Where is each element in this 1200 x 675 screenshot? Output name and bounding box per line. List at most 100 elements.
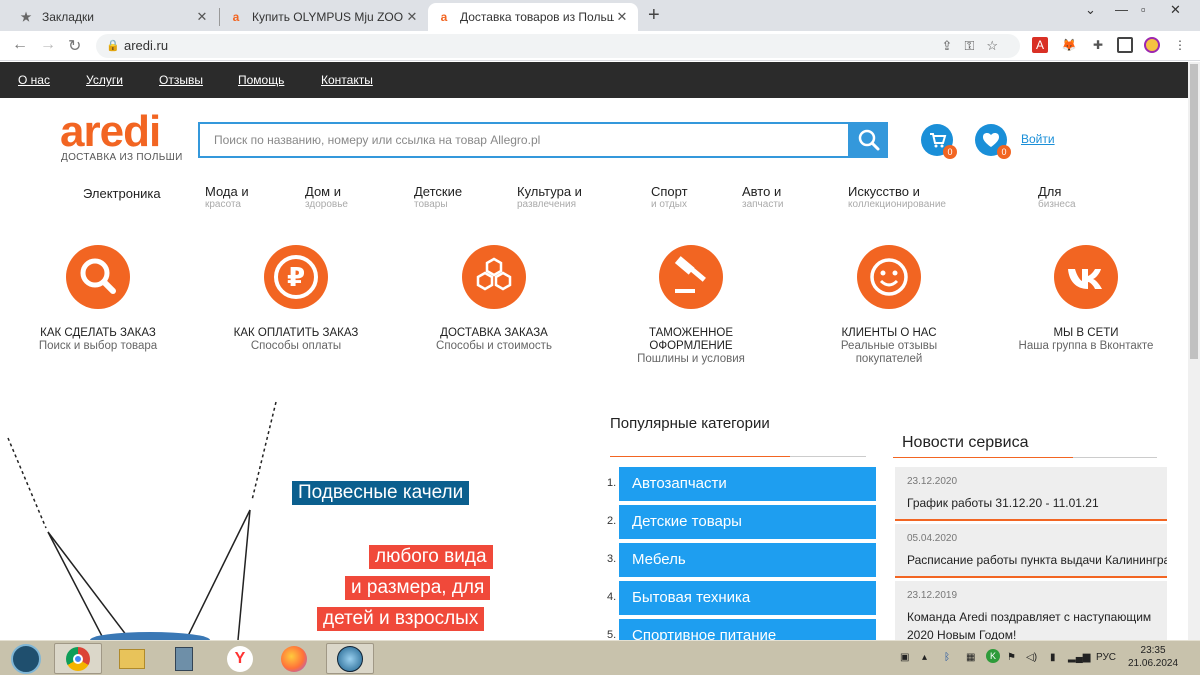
news-item[interactable]: 23.12.2020 График работы 31.12.20 - 11.0… — [895, 467, 1167, 521]
popular-item[interactable]: 4. Бытовая техника — [607, 581, 877, 615]
forward-arrow-icon[interactable]: → — [40, 36, 56, 54]
news-text[interactable]: Расписание работы пункта выдачи Калининг… — [907, 551, 1167, 569]
popular-item[interactable]: 3. Мебель — [607, 543, 877, 577]
url-field[interactable]: 🔒 aredi.ru ⇪⚿☆ — [96, 34, 1020, 58]
language-indicator[interactable]: РУС — [1096, 652, 1116, 663]
site-logo[interactable]: aredi — [60, 110, 161, 154]
nav-about[interactable]: О нас — [18, 73, 50, 87]
item-label[interactable]: Спортивное питание — [619, 619, 876, 640]
feature-customs[interactable]: ТАМОЖЕННОЕ ОФОРМЛЕНИЕ Пошлины и условия — [606, 245, 776, 366]
category-kids[interactable]: Детские товары — [414, 185, 462, 211]
popular-title: Популярные категории — [610, 415, 770, 432]
search-button[interactable] — [850, 122, 888, 158]
category-title: Мода и — [205, 184, 249, 199]
tab-aredi[interactable]: a Доставка товаров из Польши | Ar ✕ — [428, 3, 638, 31]
category-title: Спорт — [651, 184, 688, 199]
news-item[interactable]: 23.12.2019 Команда Aredi поздравляет с н… — [895, 581, 1167, 640]
login-link[interactable]: Войти — [1021, 132, 1055, 146]
feature-delivery[interactable]: ДОСТАВКА ЗАКАЗА Способы и стоимость — [409, 245, 579, 353]
divider — [893, 457, 1157, 458]
page-scrollbar[interactable] — [1188, 62, 1200, 640]
gavel-icon — [659, 245, 723, 309]
close-icon[interactable]: ✕ — [194, 9, 210, 25]
item-label[interactable]: Детские товары — [619, 505, 876, 539]
feature-reviews[interactable]: КЛИЕНТЫ О НАС Реальные отзывы покупателе… — [804, 245, 974, 366]
nav-contacts[interactable]: Контакты — [321, 73, 373, 87]
nav-services[interactable]: Услуги — [86, 73, 123, 87]
news-date: 05.04.2020 — [907, 533, 958, 544]
feature-title: КАК ОПЛАТИТЬ ЗАКАЗ — [233, 327, 359, 339]
category-electronics[interactable]: Электроника — [83, 187, 161, 201]
back-arrow-icon[interactable]: ← — [12, 36, 28, 54]
metamask-fox-icon[interactable]: 🦊 — [1061, 37, 1077, 53]
chrome-taskbar-icon[interactable] — [54, 643, 102, 674]
item-label[interactable]: Бытовая техника — [619, 581, 876, 615]
password-key-icon[interactable]: ⚿ — [964, 38, 986, 53]
volume-icon[interactable]: ◁) — [1026, 652, 1037, 663]
minimize-button[interactable]: — — [1115, 2, 1128, 17]
pdf-extension-icon[interactable]: A — [1032, 37, 1048, 53]
chevron-down-icon[interactable]: ⌄ — [1085, 2, 1096, 18]
feature-title: ДОСТАВКА ЗАКАЗА — [440, 327, 548, 339]
category-sport[interactable]: Спорт и отдых — [651, 184, 688, 211]
news-text[interactable]: Команда Aredi поздравляет с наступающим … — [907, 608, 1155, 640]
address-bar-row: ← → ↻ 🔒 aredi.ru ⇪⚿☆ A 🦊 ✚ ⋮ — [0, 31, 1200, 61]
tab-bookmarks[interactable]: ★ Закладки ✕ — [10, 3, 218, 31]
category-business[interactable]: Для бизнеса — [1038, 185, 1076, 211]
item-label[interactable]: Мебель — [619, 543, 876, 577]
ruble-icon: ₽ — [264, 245, 328, 309]
extensions-puzzle-icon[interactable]: ✚ — [1090, 37, 1106, 53]
taskbar-clock[interactable]: 23:35 21.06.2024 — [1128, 644, 1178, 670]
start-button[interactable] — [2, 643, 50, 674]
calculator-icon[interactable] — [160, 643, 208, 674]
category-home[interactable]: Дом и здоровье — [305, 185, 348, 211]
share-icon[interactable]: ⇪ — [942, 38, 965, 53]
popular-item[interactable]: 5. Спортивное питание — [607, 619, 877, 640]
nav-help[interactable]: Помощь — [238, 73, 284, 87]
item-label[interactable]: Автозапчасти — [619, 467, 876, 501]
kaspersky-icon[interactable]: K — [986, 649, 1000, 663]
sidebar-icon[interactable] — [1117, 37, 1133, 53]
tray-arrow-icon[interactable]: ▴ — [922, 652, 927, 663]
close-icon[interactable]: ✕ — [404, 9, 420, 25]
firefox-icon[interactable] — [270, 643, 318, 674]
category-fashion[interactable]: Мода и красота — [205, 184, 249, 211]
flag-icon[interactable]: ⚑ — [1007, 652, 1016, 663]
signal-bars-icon[interactable]: ▂▄▆ — [1068, 652, 1090, 663]
search-input[interactable] — [200, 124, 848, 156]
news-date: 23.12.2020 — [907, 476, 958, 487]
news-item[interactable]: 05.04.2020 Расписание работы пункта выда… — [895, 524, 1167, 578]
category-culture[interactable]: Культура и развлечения — [517, 185, 582, 211]
explorer-folder-icon[interactable] — [108, 643, 156, 674]
tray-printer-icon[interactable]: ▣ — [900, 652, 909, 663]
yandex-browser-icon[interactable]: Y — [216, 643, 264, 674]
reload-icon[interactable]: ↻ — [68, 36, 81, 56]
maximize-button[interactable]: ▫ — [1141, 2, 1146, 17]
popular-item[interactable]: 2. Детские товары — [607, 505, 877, 539]
new-tab-button[interactable]: + — [648, 4, 660, 27]
menu-kebab-icon[interactable]: ⋮ — [1172, 37, 1188, 53]
close-icon[interactable]: ✕ — [614, 9, 630, 25]
bookmark-star-icon[interactable]: ☆ — [986, 38, 1010, 53]
feature-how-to-order[interactable]: КАК СДЕЛАТЬ ЗАКАЗ Поиск и выбор товара — [13, 245, 183, 353]
nav-reviews[interactable]: Отзывы — [159, 73, 203, 87]
network-icon[interactable]: ▮ — [1050, 652, 1056, 663]
item-number: 3. — [607, 553, 617, 565]
news-text[interactable]: График работы 31.12.20 - 11.01.21 — [907, 494, 1155, 512]
search-box — [198, 122, 850, 158]
promo-banner[interactable]: Подвесные качели любого вида и размера, … — [0, 400, 540, 640]
category-auto[interactable]: Авто и запчасти — [742, 185, 784, 211]
profile-avatar[interactable] — [1144, 37, 1160, 53]
tab-olympus[interactable]: a Купить OLYMPUS Mju ZOOM 115 ✕ — [220, 3, 428, 31]
window-close-button[interactable]: ✕ — [1170, 2, 1181, 18]
bluetooth-icon[interactable]: ᛒ — [944, 652, 950, 663]
feature-subtitle: Поиск и выбор товара — [38, 340, 158, 352]
popular-item[interactable]: 1. Автозапчасти — [607, 467, 877, 501]
feature-how-to-pay[interactable]: ₽ КАК ОПЛАТИТЬ ЗАКАЗ Способы оплаты — [211, 245, 381, 353]
tab-title: Доставка товаров из Польши | Ar — [460, 10, 614, 24]
tray-app-icon[interactable]: ▦ — [966, 652, 975, 663]
app-globe-icon[interactable] — [326, 643, 374, 674]
feature-social[interactable]: МЫ В СЕТИ Наша группа в Вконтакте — [1001, 245, 1171, 353]
category-art[interactable]: Искусство и коллекционирование — [848, 185, 946, 211]
feature-title: МЫ В СЕТИ — [1053, 327, 1119, 339]
